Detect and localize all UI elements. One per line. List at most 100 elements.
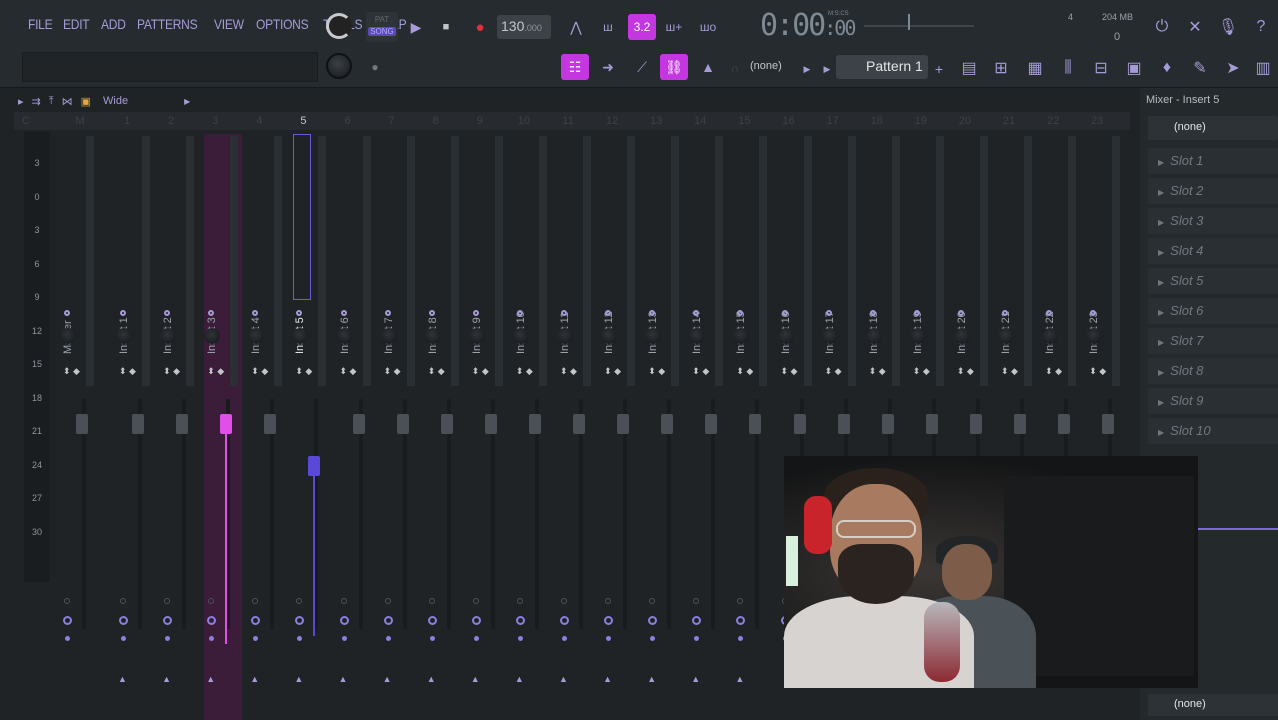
mixer-track[interactable]: Insert 3⬍ ◆▲ — [204, 134, 243, 720]
eq-curve[interactable] — [1198, 528, 1278, 530]
play-button[interactable]: ▶ — [402, 14, 430, 40]
browser-icon[interactable]: ⊟ — [1090, 57, 1112, 79]
send-arrow-icon[interactable]: ▲ — [559, 674, 568, 684]
route-knob-icon[interactable] — [736, 616, 746, 625]
ruler-number[interactable]: 9 — [470, 115, 490, 127]
route-knob-icon[interactable] — [471, 616, 481, 625]
route-dot-icon[interactable] — [473, 636, 479, 641]
volume-fader[interactable] — [440, 414, 453, 434]
mute-led[interactable] — [120, 310, 126, 316]
mute-led[interactable] — [64, 310, 70, 316]
route-indicator-icon[interactable] — [561, 598, 567, 604]
mute-led[interactable] — [913, 310, 920, 316]
route-knob-icon[interactable] — [383, 616, 393, 625]
route-dot-icon[interactable] — [650, 636, 656, 641]
menu-view[interactable]: VIEW — [214, 16, 244, 32]
effect-slot[interactable]: ▶ Slot 7 — [1148, 328, 1278, 354]
stereo-swap-icon[interactable]: ⬍ ◆ — [781, 367, 798, 376]
mixer-arrows-icon[interactable]: ⇉ — [32, 95, 41, 108]
countdown-icon[interactable]: 3.2 — [628, 14, 656, 40]
stereo-swap-icon[interactable]: ⬍ ◆ — [119, 367, 136, 376]
route-indicator-icon[interactable] — [340, 598, 347, 604]
route-indicator-icon[interactable] — [64, 598, 70, 604]
master-pitch-knob[interactable] — [326, 53, 352, 79]
mixer-track[interactable]: Master⬍ ◆ — [60, 134, 98, 720]
pan-knob[interactable] — [601, 328, 618, 344]
stereo-swap-icon[interactable]: ⬍ ◆ — [163, 367, 180, 376]
mixer-track[interactable]: Insert 13⬍ ◆▲ — [645, 134, 683, 720]
ruler-number[interactable]: 8 — [426, 115, 446, 127]
effect-slot[interactable]: ▶ Slot 10 — [1148, 418, 1278, 444]
stereo-swap-icon[interactable]: ⬍ ◆ — [472, 367, 489, 376]
route-knob-icon[interactable] — [692, 616, 702, 625]
mute-led[interactable] — [561, 310, 567, 316]
ruler-number[interactable]: 11 — [558, 115, 578, 127]
stereo-swap-icon[interactable]: ⬍ ◆ — [251, 367, 268, 376]
mixer-view-next-icon[interactable]: ▶ — [184, 97, 190, 106]
mixer-track[interactable]: Insert 12⬍ ◆▲ — [601, 134, 639, 720]
stereo-swap-icon[interactable]: ⬍ ◆ — [1089, 367, 1106, 376]
effect-slot[interactable]: ▶ Slot 9 — [1148, 388, 1278, 414]
route-indicator-icon[interactable] — [164, 598, 171, 604]
loop-record-icon[interactable]: шо — [694, 14, 722, 40]
volume-fader[interactable] — [264, 414, 277, 434]
ruler-number[interactable]: 21 — [999, 115, 1019, 127]
pan-knob[interactable] — [909, 328, 926, 344]
stereo-swap-icon[interactable]: ⬍ ◆ — [560, 367, 577, 376]
truck-icon[interactable]: ▥ — [1252, 57, 1274, 79]
route-dot-icon[interactable] — [738, 636, 744, 641]
route-knob-icon[interactable] — [251, 616, 261, 625]
route-dot-icon[interactable] — [606, 636, 612, 641]
route-knob-icon[interactable] — [339, 616, 349, 625]
effect-slot[interactable]: ▶ Slot 5 — [1148, 268, 1278, 294]
route-dot-icon[interactable] — [694, 636, 700, 641]
slot-expand-icon[interactable]: ▶ — [1158, 398, 1164, 407]
mixer-bowtie-icon[interactable]: ⋈ — [62, 95, 73, 108]
volume-fader[interactable] — [1014, 414, 1026, 434]
menu-file[interactable]: FILE — [28, 16, 53, 32]
mixer-upload-icon[interactable]: ⤒ — [49, 95, 54, 108]
volume-fader[interactable] — [528, 414, 541, 434]
power-icon[interactable]: ⏻ — [1151, 16, 1173, 38]
volume-fader[interactable] — [573, 414, 585, 434]
mute-led[interactable] — [516, 310, 523, 316]
stereo-swap-icon[interactable]: ⬍ ◆ — [913, 367, 930, 376]
pattern-prev-icon[interactable]: ▶ — [816, 58, 838, 80]
slot-expand-icon[interactable]: ▶ — [1158, 338, 1164, 347]
slot-expand-icon[interactable]: ▶ — [1158, 278, 1164, 287]
route-indicator-icon[interactable] — [120, 598, 126, 604]
metronome-icon[interactable]: ⋀ — [562, 14, 590, 40]
effect-slot[interactable]: ▶ Slot 3 — [1148, 208, 1278, 234]
metronome-small-icon[interactable]: ● — [364, 56, 386, 78]
mute-led[interactable] — [384, 310, 391, 316]
mixer-track[interactable]: Insert 4⬍ ◆▲ — [248, 134, 286, 720]
pattern-selector[interactable]: Pattern 1 — [836, 55, 928, 79]
ruler-number[interactable]: 23 — [1087, 115, 1107, 127]
send-arrow-icon[interactable]: ▲ — [162, 674, 171, 684]
route-indicator-icon[interactable] — [516, 598, 523, 604]
route-dot-icon[interactable] — [253, 636, 259, 641]
playlist-icon[interactable]: ▤ — [958, 57, 980, 79]
stereo-swap-icon[interactable]: ⬍ ◆ — [648, 367, 665, 376]
volume-fader[interactable] — [749, 414, 762, 434]
ruler-number[interactable]: 1 — [117, 115, 137, 127]
ruler-number[interactable]: 16 — [779, 115, 799, 127]
pan-knob[interactable] — [777, 328, 794, 344]
stereo-swap-icon[interactable]: ⬍ ◆ — [604, 367, 621, 376]
route-knob-icon[interactable] — [648, 616, 658, 625]
view-mode-label[interactable]: Wide — [103, 95, 128, 107]
stereo-swap-icon[interactable]: ⬍ ◆ — [957, 367, 974, 376]
ruler-number[interactable]: 3 — [205, 115, 225, 127]
effect-slot[interactable]: ▶ Slot 4 — [1148, 238, 1278, 264]
stereo-swap-icon[interactable]: ⬍ ◆ — [825, 367, 842, 376]
wait-input-icon[interactable]: ш — [594, 14, 622, 40]
master-volume-knob[interactable] — [326, 13, 352, 39]
pan-knob[interactable] — [160, 328, 177, 344]
route-indicator-icon[interactable] — [472, 598, 479, 604]
route-indicator-icon[interactable] — [428, 598, 435, 604]
slot-expand-icon[interactable]: ▶ — [1158, 368, 1164, 377]
ruler-number[interactable]: 6 — [338, 115, 358, 127]
route-knob-icon[interactable] — [560, 616, 569, 625]
pan-knob[interactable] — [512, 328, 529, 344]
mixer-track[interactable]: Insert 15⬍ ◆▲ — [733, 134, 771, 720]
